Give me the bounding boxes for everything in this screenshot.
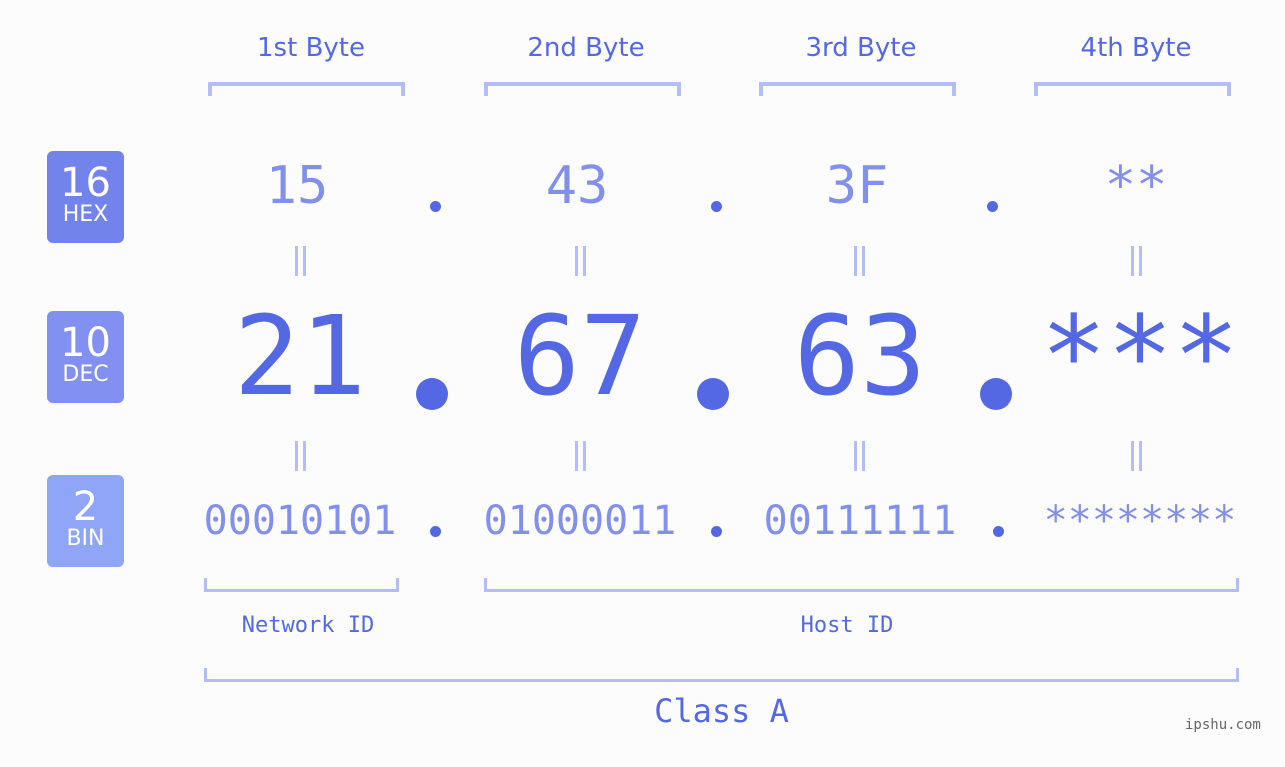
byte-bracket-3 (759, 82, 956, 96)
dec-badge: 10 DEC (47, 311, 124, 403)
hex-byte-2: 43 (545, 156, 609, 216)
hex-separator-dot (987, 201, 998, 212)
dec-badge-base: 10 (60, 320, 111, 366)
hex-byte-1: 15 (265, 156, 329, 216)
bin-separator-dot (993, 526, 1004, 537)
byte-bracket-1 (208, 82, 405, 96)
bin-byte-2: 01000011 (483, 498, 677, 544)
equals-mark (570, 441, 590, 471)
byte-header-2: 2nd Byte (527, 33, 645, 63)
hex-separator-dot (430, 201, 441, 212)
hex-byte-3: 3F (825, 156, 889, 216)
bin-byte-3: 00111111 (763, 498, 957, 544)
network-id-bracket (204, 578, 399, 592)
byte-header-3: 3rd Byte (805, 33, 917, 63)
watermark: ipshu.com (1185, 717, 1261, 733)
bin-badge: 2 BIN (47, 475, 124, 567)
network-id-label: Network ID (241, 613, 375, 638)
dec-badge-label: DEC (62, 362, 109, 387)
hex-separator-dot (711, 201, 722, 212)
host-id-label: Host ID (800, 613, 894, 638)
dec-separator-dot (416, 378, 448, 410)
bin-separator-dot (711, 526, 722, 537)
dec-separator-dot (980, 378, 1012, 410)
equals-mark (849, 441, 869, 471)
bin-byte-1: 00010101 (203, 498, 397, 544)
equals-mark (290, 246, 310, 276)
equals-mark (290, 441, 310, 471)
hex-badge-base: 16 (60, 160, 111, 206)
hex-byte-4: ** (1104, 156, 1168, 216)
dec-byte-2: 67 (513, 292, 647, 420)
equals-mark (1126, 441, 1146, 471)
equals-mark (849, 246, 869, 276)
class-bracket (204, 668, 1239, 682)
dec-byte-3: 63 (793, 292, 927, 420)
dec-byte-4: *** (1040, 292, 1240, 420)
byte-header-4: 4th Byte (1080, 33, 1192, 63)
byte-header-1: 1st Byte (257, 33, 365, 63)
bin-badge-base: 2 (72, 484, 99, 530)
equals-mark (570, 246, 590, 276)
class-label: Class A (654, 692, 789, 730)
byte-bracket-4 (1034, 82, 1231, 96)
dec-byte-1: 21 (233, 292, 367, 420)
equals-mark (1126, 246, 1146, 276)
hex-badge-label: HEX (62, 202, 109, 227)
bin-separator-dot (430, 526, 441, 537)
bin-byte-4: ******** (1043, 498, 1237, 544)
hex-badge: 16 HEX (47, 151, 124, 243)
bin-badge-label: BIN (66, 526, 105, 551)
host-id-bracket (484, 578, 1239, 592)
dec-separator-dot (697, 378, 729, 410)
byte-bracket-2 (484, 82, 681, 96)
